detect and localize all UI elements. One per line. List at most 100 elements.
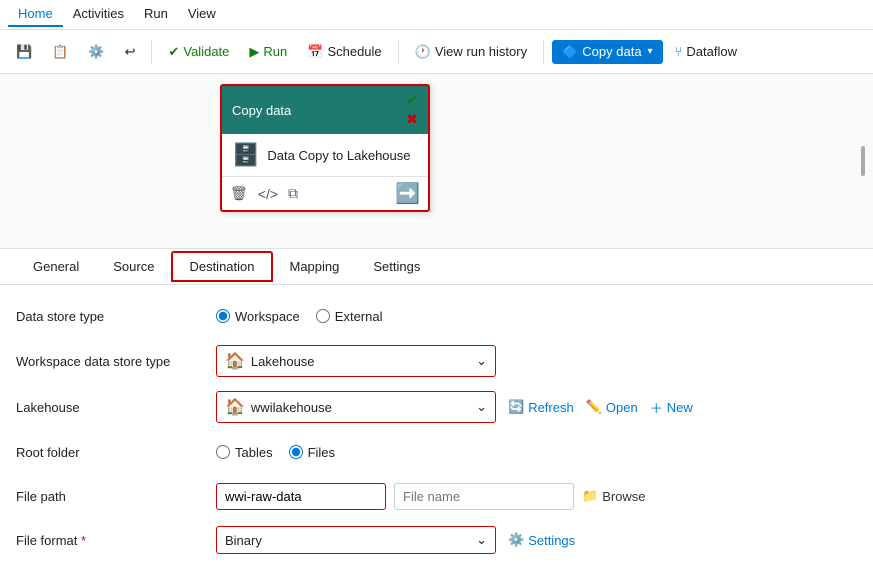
- copy-data-button[interactable]: 🔷 Copy data ▾: [552, 40, 662, 64]
- workspace-radio[interactable]: [216, 309, 230, 323]
- tab-general[interactable]: General: [16, 252, 96, 281]
- lakehouse-label: Lakehouse: [16, 400, 216, 415]
- node-code-icon[interactable]: </>: [258, 186, 278, 202]
- format-settings-button[interactable]: ⚙️ Settings: [508, 532, 575, 548]
- run-label: Run: [263, 44, 287, 59]
- lakehouse-side-actions: 🔄 Refresh ✏️ Open ＋ New: [508, 398, 693, 417]
- file-format-chevron-icon: ⌄: [476, 532, 487, 548]
- browse-label: Browse: [602, 489, 645, 504]
- validate-check-icon: ✔: [168, 44, 179, 60]
- file-path-input[interactable]: [216, 483, 386, 510]
- tables-radio-item[interactable]: Tables: [216, 445, 273, 460]
- lakehouse-value: wwilakehouse: [251, 400, 332, 415]
- view-history-label: View run history: [435, 44, 527, 59]
- content-area: Data store type Workspace External Works…: [0, 285, 873, 574]
- node-copy-icon[interactable]: ⧉: [288, 185, 298, 202]
- tab-settings[interactable]: Settings: [356, 252, 437, 281]
- new-icon: ＋: [650, 398, 663, 417]
- open-label: Open: [606, 400, 638, 415]
- node-arrow-icon[interactable]: ➡️: [395, 181, 420, 206]
- workspace-data-store-type-label: Workspace data store type: [16, 354, 216, 369]
- divider-3: [543, 40, 544, 64]
- save-button[interactable]: 💾: [8, 40, 40, 64]
- root-folder-radio-group: Tables Files: [216, 445, 496, 460]
- validate-label: Validate: [183, 44, 229, 59]
- workspace-radio-item[interactable]: Workspace: [216, 309, 300, 324]
- lakehouse-dropdown-chevron-icon: ⌄: [476, 399, 487, 415]
- node-action-bar: 🗑 </> ⧉ ➡️: [222, 177, 428, 210]
- lakehouse-icon: 🏠: [225, 351, 245, 371]
- menu-bar: Home Activities Run View: [0, 0, 873, 30]
- format-settings-label: Settings: [528, 533, 575, 548]
- lakehouse-select[interactable]: 🏠 wwilakehouse ⌄: [216, 391, 496, 423]
- node-title: Copy data: [232, 103, 291, 118]
- open-icon: ✏️: [586, 399, 602, 415]
- dataflow-button[interactable]: ⑂ Dataflow: [667, 40, 745, 63]
- workspace-data-store-type-select[interactable]: 🏠 Lakehouse ⌄: [216, 345, 496, 377]
- data-store-type-radio-group: Workspace External: [216, 309, 496, 324]
- run-button[interactable]: ▶ Run: [241, 40, 295, 64]
- validate-button[interactable]: ✔ Validate: [160, 40, 237, 64]
- root-folder-row: Root folder Tables Files: [16, 437, 857, 467]
- history-icon: 🕐: [415, 44, 431, 60]
- lakehouse-select-icon: 🏠: [225, 397, 245, 417]
- root-folder-label: Root folder: [16, 445, 216, 460]
- files-radio[interactable]: [289, 445, 303, 459]
- workspace-radio-label: Workspace: [235, 309, 300, 324]
- format-settings-icon: ⚙️: [508, 532, 524, 548]
- data-store-type-label: Data store type: [16, 309, 216, 324]
- edit-icon: 📋: [52, 44, 68, 60]
- scroll-handle: [861, 146, 865, 176]
- file-format-side-actions: ⚙️ Settings: [508, 532, 575, 548]
- tab-source[interactable]: Source: [96, 252, 171, 281]
- files-radio-item[interactable]: Files: [289, 445, 335, 460]
- file-path-row: File path 📁 Browse: [16, 481, 857, 511]
- external-radio[interactable]: [316, 309, 330, 323]
- menu-home[interactable]: Home: [8, 2, 63, 27]
- file-format-select[interactable]: Binary ⌄: [216, 526, 496, 554]
- canvas-area: Copy data ✔ ✖ 🗄️ Data Copy to Lakehouse …: [0, 74, 873, 249]
- file-name-input[interactable]: [394, 483, 574, 510]
- view-history-button[interactable]: 🕐 View run history: [407, 40, 535, 64]
- refresh-button[interactable]: 🔄 Refresh: [508, 399, 574, 415]
- refresh-label: Refresh: [528, 400, 574, 415]
- form-area: Data store type Workspace External Works…: [16, 301, 857, 558]
- workspace-data-store-type-control: 🏠 Lakehouse ⌄: [216, 345, 496, 377]
- open-button[interactable]: ✏️ Open: [586, 399, 638, 415]
- undo-button[interactable]: ↩: [117, 40, 144, 64]
- node-status: ✔ ✖: [406, 92, 418, 128]
- tab-mapping[interactable]: Mapping: [273, 252, 357, 281]
- data-store-type-row: Data store type Workspace External: [16, 301, 857, 331]
- copy-data-node[interactable]: Copy data ✔ ✖ 🗄️ Data Copy to Lakehouse …: [220, 84, 430, 212]
- menu-activities[interactable]: Activities: [63, 2, 134, 27]
- file-format-value: Binary: [225, 533, 262, 548]
- new-button[interactable]: ＋ New: [650, 398, 693, 417]
- run-play-icon: ▶: [249, 44, 259, 60]
- workspace-data-store-type-row: Workspace data store type 🏠 Lakehouse ⌄: [16, 345, 857, 377]
- schedule-icon: 📅: [307, 44, 323, 60]
- node-body: 🗄️ Data Copy to Lakehouse: [222, 134, 428, 177]
- advanced-row[interactable]: › Advanced: [16, 569, 857, 574]
- menu-view[interactable]: View: [178, 2, 226, 27]
- workspace-data-store-value: Lakehouse: [251, 354, 315, 369]
- node-delete-icon[interactable]: 🗑: [230, 185, 248, 202]
- edit-button[interactable]: 📋: [44, 40, 76, 64]
- file-format-label: File format *: [16, 533, 216, 548]
- settings-button[interactable]: ⚙️: [80, 40, 112, 64]
- schedule-button[interactable]: 📅 Schedule: [299, 40, 389, 64]
- menu-run[interactable]: Run: [134, 2, 178, 27]
- external-radio-item[interactable]: External: [316, 309, 383, 324]
- dataflow-icon: ⑂: [675, 44, 683, 59]
- divider-2: [398, 40, 399, 64]
- files-radio-label: Files: [308, 445, 335, 460]
- tables-radio[interactable]: [216, 445, 230, 459]
- dataflow-label: Dataflow: [686, 44, 737, 59]
- browse-button[interactable]: 📁 Browse: [582, 488, 646, 504]
- browse-icon: 📁: [582, 488, 598, 504]
- node-db-icon: 🗄️: [232, 142, 259, 168]
- node-label: Data Copy to Lakehouse: [267, 148, 410, 163]
- tab-destination[interactable]: Destination: [171, 251, 272, 282]
- tabs-bar: General Source Destination Mapping Setti…: [0, 249, 873, 285]
- divider-1: [151, 40, 152, 64]
- toolbar: 💾 📋 ⚙️ ↩ ✔ Validate ▶ Run 📅 Schedule 🕐 V…: [0, 30, 873, 74]
